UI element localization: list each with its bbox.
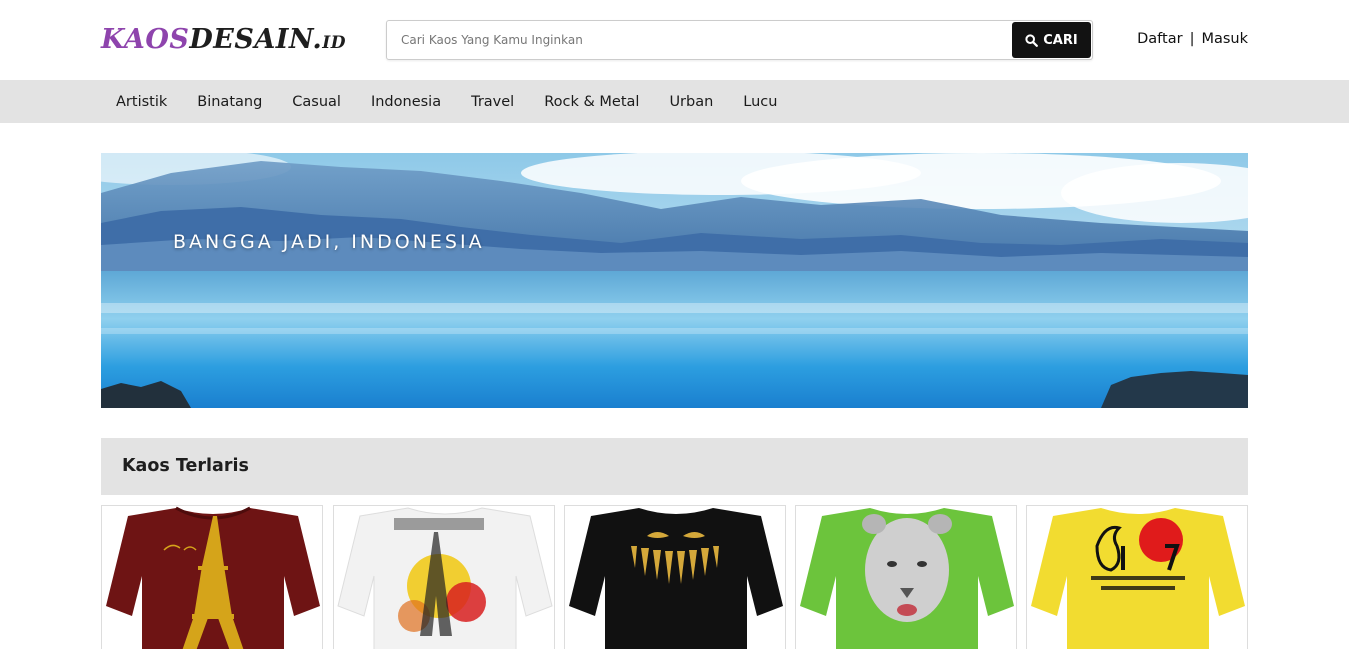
section-title: Kaos Terlaris	[122, 456, 249, 476]
login-link[interactable]: Masuk	[1201, 31, 1248, 47]
product-card-4[interactable]	[795, 505, 1017, 649]
search-button-label: CARI	[1043, 32, 1078, 48]
register-link[interactable]: Daftar	[1137, 31, 1182, 47]
nav-item-travel[interactable]: Travel	[456, 94, 529, 110]
nav-item-urban[interactable]: Urban	[654, 94, 728, 110]
section-header: Kaos Terlaris	[101, 438, 1248, 495]
product-card-5[interactable]	[1026, 505, 1248, 649]
search-input[interactable]	[387, 21, 1011, 59]
search-form: CARI	[386, 20, 1093, 60]
auth-separator: |	[1189, 31, 1195, 47]
product-image-eiffel-shirt	[102, 506, 322, 649]
site-header: KAOSDESAIN.ID CARI Daftar | Masuk	[0, 0, 1349, 80]
nav-item-artistik[interactable]: Artistik	[101, 94, 182, 110]
site-logo[interactable]: KAOSDESAIN.ID	[101, 24, 346, 55]
product-card-3[interactable]	[564, 505, 786, 649]
product-card-1[interactable]	[101, 505, 323, 649]
nav-item-binatang[interactable]: Binatang	[182, 94, 277, 110]
product-image-lion-cub-shirt	[796, 506, 1016, 649]
search-button[interactable]: CARI	[1012, 22, 1091, 58]
auth-links: Daftar | Masuk	[1137, 31, 1248, 47]
nav-item-rock-metal[interactable]: Rock & Metal	[529, 94, 654, 110]
category-nav-list: Artistik Binatang Casual Indonesia Trave…	[101, 80, 792, 123]
hero-banner[interactable]: BANGGA JADI, INDONESIA	[101, 153, 1248, 408]
product-image-rooster-2017-shirt	[1027, 506, 1247, 649]
product-image-paris-collage-shirt	[334, 506, 554, 649]
product-card-2[interactable]	[333, 505, 555, 649]
logo-text-kaos: KAOS	[101, 24, 190, 55]
logo-text-id: ID	[322, 33, 346, 53]
lake-landscape-image	[101, 153, 1248, 408]
nav-item-casual[interactable]: Casual	[277, 94, 356, 110]
nav-item-indonesia[interactable]: Indonesia	[356, 94, 456, 110]
product-image-monster-teeth-shirt	[565, 506, 785, 649]
nav-item-lucu[interactable]: Lucu	[728, 94, 792, 110]
banner-headline: BANGGA JADI, INDONESIA	[173, 231, 485, 253]
logo-text-desain: DESAIN.	[189, 24, 323, 55]
product-grid	[101, 505, 1248, 649]
category-navbar: Artistik Binatang Casual Indonesia Trave…	[0, 80, 1349, 123]
search-icon	[1025, 33, 1039, 47]
